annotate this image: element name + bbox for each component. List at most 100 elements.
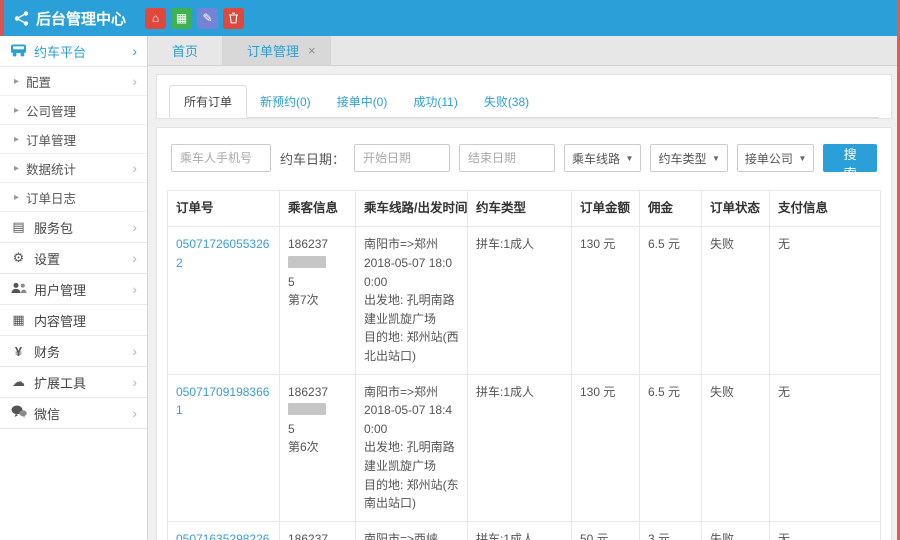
caret-right-icon: ▸ xyxy=(14,163,19,174)
route-cell: 南阳市=>郑州 2018-05-07 18:00:00 出发地: 孔明南路建业凯… xyxy=(356,227,468,374)
sidebar-item-settings[interactable]: ⚙ 设置 › xyxy=(0,243,147,274)
order-number-link[interactable]: 050717260553262 xyxy=(176,237,269,270)
app-title: 后台管理中心 xyxy=(36,8,126,29)
tab-failed[interactable]: 失败(38) xyxy=(471,86,542,117)
edit-button[interactable]: ✎ xyxy=(197,8,218,29)
col-type: 约车类型 xyxy=(468,191,572,227)
passenger-cell: 186237 5 第6次 xyxy=(280,374,356,521)
share-icon xyxy=(14,11,29,26)
sidebar-item-config[interactable]: ▸ 配置 › xyxy=(0,67,147,96)
start-date-input[interactable] xyxy=(354,144,450,172)
payment-cell: 无 xyxy=(770,374,881,521)
phone-redaction xyxy=(288,256,326,268)
chevron-right-icon: › xyxy=(132,73,137,89)
sidebar-item-company-mgmt[interactable]: ▸ 公司管理 xyxy=(0,96,147,125)
chevron-down-icon: ▼ xyxy=(626,154,634,163)
col-status: 订单状态 xyxy=(702,191,770,227)
tab-accepting[interactable]: 接单中(0) xyxy=(324,86,401,117)
content-grid-icon: ▦ xyxy=(10,312,27,328)
table-row: 050717091983661 186237 5 第6次 南阳市=>郑州 201… xyxy=(168,374,881,521)
caret-right-icon: ▸ xyxy=(14,134,19,145)
amount-cell: 50 元 xyxy=(572,521,640,540)
commission-cell: 6.5 元 xyxy=(640,227,702,374)
status-cell: 失败 xyxy=(702,374,770,521)
sidebar-item-order-mgmt[interactable]: ▸ 订单管理 xyxy=(0,125,147,154)
left-edge-accent xyxy=(0,0,4,36)
tab-bar: 首页 订单管理 × xyxy=(148,36,900,66)
amount-cell: 130 元 xyxy=(572,374,640,521)
col-order-no: 订单号 xyxy=(168,191,280,227)
type-cell: 拼车:1成人 xyxy=(468,521,572,540)
col-commission: 佣金 xyxy=(640,191,702,227)
sidebar-item-extensions[interactable]: ☁ 扩展工具 › xyxy=(0,367,147,398)
chevron-right-icon: › xyxy=(132,343,137,359)
table-row: 050717260553262 186237 5 第7次 南阳市=>郑州 201… xyxy=(168,227,881,374)
col-amount: 订单金额 xyxy=(572,191,640,227)
sidebar-item-ride-platform[interactable]: 约车平台 › xyxy=(0,36,147,67)
order-number-link[interactable]: 050717091983661 xyxy=(176,385,269,418)
sidebar-item-content-mgmt[interactable]: ▦ 内容管理 xyxy=(0,305,147,336)
sidebar-item-label: 约车平台 xyxy=(34,42,125,61)
cloud-icon: ☁ xyxy=(10,374,27,390)
close-icon[interactable]: × xyxy=(308,43,316,58)
top-header: 后台管理中心 ⌂ ▦ ✎ xyxy=(0,0,900,36)
end-date-input[interactable] xyxy=(459,144,555,172)
trash-icon xyxy=(228,12,239,24)
tab-new-reservation[interactable]: 新预约(0) xyxy=(247,86,324,117)
chevron-right-icon: › xyxy=(132,250,137,266)
caret-right-icon: ▸ xyxy=(14,105,19,116)
content: 所有订单 新预约(0) 接单中(0) 成功(11) 失败(38) 约车日期： 乘… xyxy=(148,66,900,540)
search-button[interactable]: 搜索 xyxy=(823,144,877,172)
filter-row: 约车日期： 乘车线路 ▼ 约车类型 ▼ 接单公司 ▼ 搜索 xyxy=(171,144,877,172)
apps-button[interactable]: ▦ xyxy=(171,8,192,29)
passenger-cell: 186237 5 第7次 xyxy=(280,227,356,374)
passenger-cell: 186237 5 第5次 xyxy=(280,521,356,540)
phone-input[interactable] xyxy=(171,144,271,172)
orders-panel: 约车日期： 乘车线路 ▼ 约车类型 ▼ 接单公司 ▼ 搜索 xyxy=(156,127,892,540)
type-select[interactable]: 约车类型 ▼ xyxy=(650,144,727,172)
chevron-right-icon: › xyxy=(132,374,137,390)
finance-icon: ¥ xyxy=(10,344,27,359)
wechat-icon xyxy=(10,405,27,421)
route-cell: 南阳市=>郑州 2018-05-07 18:40:00 出发地: 孔明南路建业凯… xyxy=(356,374,468,521)
col-passenger: 乘客信息 xyxy=(280,191,356,227)
col-payment: 支付信息 xyxy=(770,191,881,227)
chevron-right-icon: › xyxy=(132,405,137,421)
home-icon: ⌂ xyxy=(152,12,159,24)
app-logo: 后台管理中心 xyxy=(14,8,126,29)
commission-cell: 3 元 xyxy=(640,521,702,540)
chevron-right-icon: › xyxy=(132,281,137,297)
order-number-link[interactable]: 050716352982260 xyxy=(176,532,269,540)
commission-cell: 6.5 元 xyxy=(640,374,702,521)
users-icon xyxy=(10,282,27,297)
company-select[interactable]: 接单公司 ▼ xyxy=(737,144,814,172)
route-cell: 南阳市=>西峡 出发地: 建业十里湖山城市展厅建业凯旋广场 目的地: 中国西峡恐… xyxy=(356,521,468,540)
phone-redaction xyxy=(288,403,326,415)
tab-success[interactable]: 成功(11) xyxy=(400,86,470,117)
pencil-icon: ✎ xyxy=(202,12,212,24)
amount-cell: 130 元 xyxy=(572,227,640,374)
table-row: 050716352982260 186237 5 第5次 南阳市=>西峡 出发地… xyxy=(168,521,881,540)
status-tabs: 所有订单 新预约(0) 接单中(0) 成功(11) 失败(38) xyxy=(169,85,879,118)
caret-right-icon: ▸ xyxy=(14,76,19,87)
car-icon xyxy=(10,43,27,60)
chevron-right-icon: › xyxy=(132,160,137,176)
caret-right-icon: ▸ xyxy=(14,192,19,203)
chevron-down-icon: ▼ xyxy=(712,154,720,163)
tab-home[interactable]: 首页 xyxy=(148,36,223,65)
sidebar-item-finance[interactable]: ¥ 财务 › xyxy=(0,336,147,367)
sidebar-item-service-package[interactable]: ▤ 服务包 › xyxy=(0,212,147,243)
tab-all-orders[interactable]: 所有订单 xyxy=(169,85,247,118)
delete-button[interactable] xyxy=(223,8,244,29)
grid-icon: ▦ xyxy=(176,12,187,24)
tab-order-mgmt[interactable]: 订单管理 × xyxy=(223,36,331,65)
type-cell: 拼车:1成人 xyxy=(468,227,572,374)
main-area: 首页 订单管理 × 所有订单 新预约(0) 接单中(0) 成功(11) 失败(3… xyxy=(148,36,900,540)
sidebar-item-order-log[interactable]: ▸ 订单日志 xyxy=(0,183,147,212)
payment-cell: 无 xyxy=(770,227,881,374)
route-select[interactable]: 乘车线路 ▼ xyxy=(564,144,641,172)
sidebar-item-statistics[interactable]: ▸ 数据统计 › xyxy=(0,154,147,183)
home-button[interactable]: ⌂ xyxy=(145,8,166,29)
sidebar-item-wechat[interactable]: 微信 › xyxy=(0,398,147,429)
sidebar-item-user-mgmt[interactable]: 用户管理 › xyxy=(0,274,147,305)
